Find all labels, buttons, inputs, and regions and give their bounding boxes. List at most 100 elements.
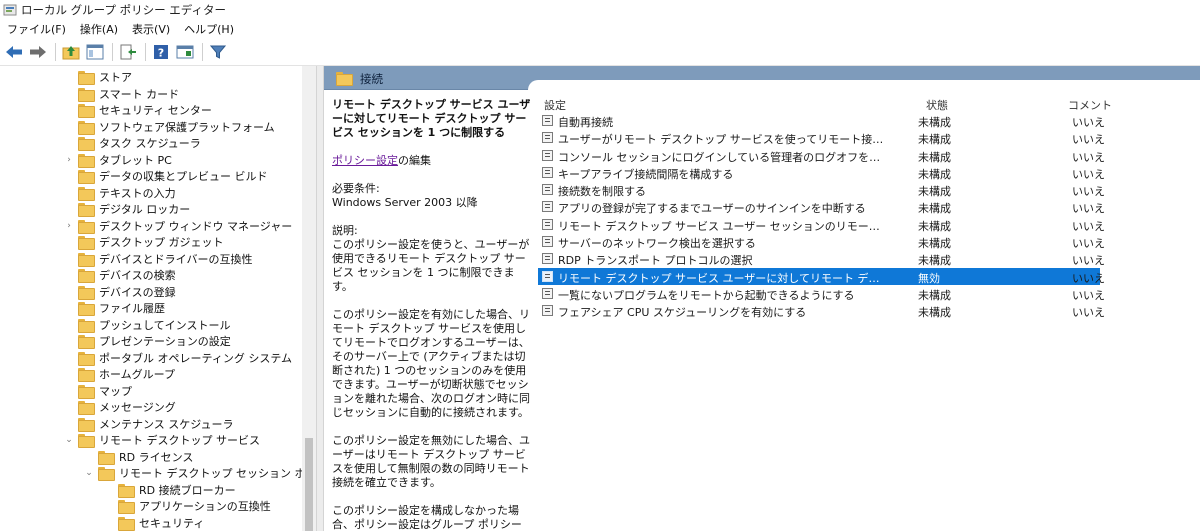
up-folder-icon	[62, 46, 80, 60]
tree-item[interactable]: データの収集とプレビュー ビルド	[64, 168, 268, 185]
properties-icon	[176, 45, 194, 59]
tree-item[interactable]: デバイスとドライバーの互換性	[64, 251, 252, 268]
menu-file[interactable]: ファイル(F)	[0, 20, 73, 39]
export-list-button[interactable]	[117, 41, 139, 63]
group-policy-app-icon	[3, 4, 17, 16]
folder-icon	[78, 186, 95, 201]
policy-setting-icon	[542, 201, 553, 213]
table-row[interactable]: リモート デスクトップ サービス ユーザー セッションのリモート制御のルール..…	[538, 216, 1200, 233]
help-icon: ?	[154, 45, 168, 60]
folder-icon	[78, 71, 95, 86]
folder-icon	[118, 483, 135, 498]
policy-setting-icon	[542, 218, 553, 230]
policy-setting-icon	[542, 115, 553, 126]
column-header-setting[interactable]: 設定	[544, 97, 566, 113]
tree-item[interactable]: › タブレット PC	[64, 152, 172, 169]
policy-description: リモート デスクトップ サービス ユーザーに対してリモート デスクトップ サービ…	[332, 98, 532, 531]
tree-item[interactable]: › デスクトップ ウィンドウ マネージャー	[64, 218, 292, 235]
properties-button[interactable]	[174, 41, 196, 63]
table-row[interactable]: 接続数を制限する 未構成 いいえ	[538, 181, 1200, 198]
tree-item[interactable]: メンテナンス スケジューラ	[64, 416, 234, 433]
tree-item[interactable]: テキストの入力	[64, 185, 176, 202]
folder-icon	[78, 120, 95, 135]
toolbar-separator	[112, 43, 113, 61]
filter-button[interactable]	[207, 41, 229, 63]
tree-item[interactable]: メッセージング	[64, 399, 176, 416]
expand-chevron-icon[interactable]: ›	[64, 221, 74, 231]
table-row[interactable]: ユーザーがリモート デスクトップ サービスを使ってリモート接続することを許...…	[538, 129, 1200, 146]
table-row[interactable]: キープアライブ接続間隔を構成する 未構成 いいえ	[538, 164, 1200, 181]
pane-splitter[interactable]	[316, 66, 324, 531]
tree-item[interactable]: マップ	[64, 383, 132, 400]
folder-icon	[98, 467, 115, 482]
details-header-title: 接続	[360, 72, 383, 86]
folder-icon	[78, 269, 95, 284]
table-row[interactable]: コンソール セッションにログインしている管理者のログオフを拒否する 未構成 いいえ	[538, 147, 1200, 164]
folder-icon	[336, 72, 353, 86]
policy-setting-icon	[542, 305, 553, 317]
folder-icon	[118, 516, 135, 531]
back-button[interactable]	[3, 41, 25, 63]
folder-icon	[78, 335, 95, 350]
table-row[interactable]: サーバーのネットワーク検出を選択する 未構成 いいえ	[538, 233, 1200, 250]
toolbar: ?	[0, 39, 1200, 66]
show-hide-tree-button[interactable]	[84, 41, 106, 63]
folder-icon	[78, 302, 95, 317]
menu-bar: ファイル(F) 操作(A) 表示(V) ヘルプ(H)	[0, 20, 1200, 39]
tree-item[interactable]: タスク スケジューラ	[64, 135, 201, 152]
help-button[interactable]: ?	[150, 41, 172, 63]
tree-item[interactable]: ソフトウェア保護プラットフォーム	[64, 119, 275, 136]
tree-item[interactable]: デスクトップ ガジェット	[64, 234, 224, 251]
tree-item[interactable]: セキュリティ センター	[64, 102, 212, 119]
tree-scrollbar-thumb[interactable]	[305, 438, 313, 531]
table-row[interactable]: アプリの登録が完了するまでユーザーのサインインを中断する 未構成 いいえ	[538, 198, 1200, 215]
tree-scrollbar[interactable]	[302, 66, 316, 531]
column-header-comment[interactable]: コメント	[1068, 97, 1112, 113]
tree-item[interactable]: デジタル ロッカー	[64, 201, 190, 218]
forward-button[interactable]	[27, 41, 49, 63]
menu-help[interactable]: ヘルプ(H)	[177, 20, 241, 39]
table-row[interactable]: 自動再接続 未構成 いいえ	[538, 112, 1200, 129]
folder-icon	[78, 351, 95, 366]
tree-item[interactable]: RD 接続ブローカー	[104, 482, 236, 499]
tree-item[interactable]: プッシュしてインストール	[64, 317, 230, 334]
folder-icon	[78, 434, 95, 449]
tree-item[interactable]: デバイスの検索	[64, 267, 176, 284]
up-folder-button[interactable]	[60, 41, 82, 63]
edit-policy-link[interactable]: ポリシー設定	[332, 154, 398, 167]
table-row[interactable]: 一覧にないプログラムをリモートから起動できるようにする 未構成 いいえ	[538, 285, 1200, 302]
tree-item[interactable]: アプリケーションの互換性	[104, 498, 271, 515]
folder-icon	[78, 104, 95, 119]
expand-chevron-icon[interactable]: ⌄	[84, 468, 94, 478]
tree-item[interactable]: ストア	[64, 69, 132, 86]
tree-item[interactable]: RD ライセンス	[84, 449, 193, 466]
menu-action[interactable]: 操作(A)	[73, 20, 125, 39]
svg-text:?: ?	[158, 47, 164, 60]
toolbar-separator	[145, 43, 146, 61]
tree-item[interactable]: デバイスの登録	[64, 284, 176, 301]
tree-item[interactable]: ファイル履歴	[64, 300, 165, 317]
folder-icon	[78, 368, 95, 383]
folder-icon	[78, 219, 95, 234]
expand-chevron-icon[interactable]: ⌄	[64, 435, 74, 445]
tree-item[interactable]: ホームグループ	[64, 366, 175, 383]
tree-item[interactable]: スマート カード	[64, 86, 179, 103]
policy-setting-icon	[542, 166, 553, 178]
table-row[interactable]: RDP トランスポート プロトコルの選択 未構成 いいえ	[538, 250, 1200, 267]
back-arrow-icon	[6, 46, 22, 58]
menu-view[interactable]: 表示(V)	[125, 20, 177, 39]
column-header-state[interactable]: 状態	[926, 97, 948, 113]
explanation-not-configured: このポリシー設定を構成しなかった場合、ポリシー設定はグループ ポリシー レベルで…	[332, 504, 522, 531]
export-list-icon	[120, 44, 136, 60]
tree-item[interactable]: ポータブル オペレーティング システム	[64, 350, 292, 367]
show-tree-icon	[86, 44, 104, 60]
policy-setting-icon	[542, 287, 553, 299]
tree-item[interactable]: プレゼンテーションの設定	[64, 333, 231, 350]
expand-chevron-icon[interactable]: ›	[64, 155, 74, 165]
tree-item[interactable]: セキュリティ	[104, 515, 204, 531]
folder-icon	[98, 450, 115, 465]
table-row-selected[interactable]: リモート デスクトップ サービス ユーザーに対してリモート デスクトップ サービ…	[538, 267, 1105, 285]
tree-item[interactable]: ⌄ リモート デスクトップ サービス	[64, 432, 260, 449]
tree-item[interactable]: ⌄ リモート デスクトップ セッション ホスト	[84, 465, 316, 482]
table-row[interactable]: フェアシェア CPU スケジューリングを有効にする 未構成 いいえ	[538, 302, 1200, 319]
